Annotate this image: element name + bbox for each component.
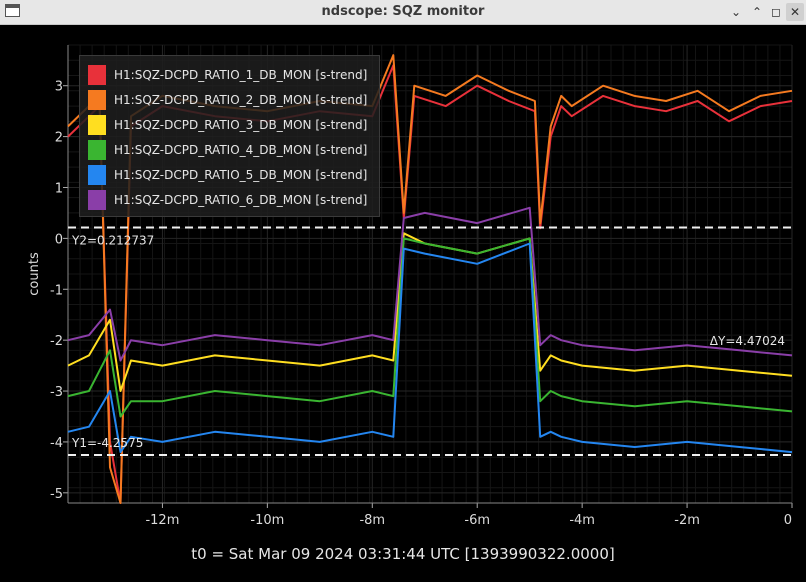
x-tick-label: -12m	[145, 513, 179, 528]
maximize-icon[interactable]: ⌃	[748, 3, 766, 21]
legend-label: H1:SQZ-DCPD_RATIO_6_DB_MON [s-trend]	[114, 193, 368, 207]
legend-item-4[interactable]: H1:SQZ-DCPD_RATIO_4_DB_MON [s-trend]	[88, 139, 367, 161]
y-tick-label: -4	[50, 436, 63, 451]
x-tick-label: -2m	[674, 513, 700, 528]
legend-item-1[interactable]: H1:SQZ-DCPD_RATIO_1_DB_MON [s-trend]	[88, 64, 367, 86]
legend-swatch	[88, 140, 106, 160]
x-tick-label: -10m	[250, 513, 284, 528]
window-titlebar: ndscope: SQZ monitor ⌄ ⌃ ◻ ✕	[0, 0, 806, 25]
y-tick-label: -3	[50, 385, 63, 400]
legend-swatch	[88, 115, 106, 135]
legend-swatch	[88, 90, 106, 110]
y-axis-label: counts	[27, 252, 42, 296]
legend-label: H1:SQZ-DCPD_RATIO_4_DB_MON [s-trend]	[114, 143, 368, 157]
t0-footer: t0 = Sat Mar 09 2024 03:31:44 UTC [13939…	[191, 545, 615, 563]
minimize-icon[interactable]: ⌄	[727, 3, 745, 21]
legend-label: H1:SQZ-DCPD_RATIO_3_DB_MON [s-trend]	[114, 118, 368, 132]
y-tick-label: -5	[50, 487, 63, 502]
legend-label: H1:SQZ-DCPD_RATIO_2_DB_MON [s-trend]	[114, 93, 368, 107]
y-tick-label: -1	[50, 283, 63, 298]
restore-icon[interactable]: ◻	[767, 3, 785, 21]
y-tick-label: -2	[50, 334, 63, 349]
plot-area[interactable]: -12m -10m -8m -6m -4m -2m 0 3 2 1 0 -1 -2 -3 -4 -5 count…	[0, 25, 806, 578]
legend-swatch	[88, 165, 106, 185]
legend[interactable]: H1:SQZ-DCPD_RATIO_1_DB_MON [s-trend] H1:S…	[79, 55, 380, 217]
close-icon[interactable]: ✕	[786, 3, 804, 21]
x-tick-label: 0	[784, 513, 792, 528]
x-tick-label: -6m	[464, 513, 490, 528]
y-tick-label: 2	[55, 131, 63, 146]
legend-swatch	[88, 190, 106, 210]
legend-item-6[interactable]: H1:SQZ-DCPD_RATIO_6_DB_MON [s-trend]	[88, 189, 367, 211]
window-title: ndscope: SQZ monitor	[321, 4, 485, 19]
legend-label: H1:SQZ-DCPD_RATIO_5_DB_MON [s-trend]	[114, 168, 368, 182]
x-tick-label: -4m	[569, 513, 595, 528]
y-tick-label: 3	[55, 80, 63, 95]
legend-item-3[interactable]: H1:SQZ-DCPD_RATIO_3_DB_MON [s-trend]	[88, 114, 367, 136]
legend-item-5[interactable]: H1:SQZ-DCPD_RATIO_5_DB_MON [s-trend]	[88, 164, 367, 186]
y-tick-label: 1	[55, 181, 63, 196]
legend-item-2[interactable]: H1:SQZ-DCPD_RATIO_2_DB_MON [s-trend]	[88, 89, 367, 111]
y1-cursor-label: Y1=-4.2575	[71, 436, 143, 450]
y-tick-label: 0	[55, 232, 63, 247]
legend-swatch	[88, 65, 106, 85]
y2-cursor-label: Y2=0.212737	[71, 234, 154, 248]
legend-label: H1:SQZ-DCPD_RATIO_1_DB_MON [s-trend]	[114, 68, 368, 82]
x-tick-label: -8m	[359, 513, 385, 528]
delta-y-label: ΔY=4.47024	[710, 334, 785, 348]
